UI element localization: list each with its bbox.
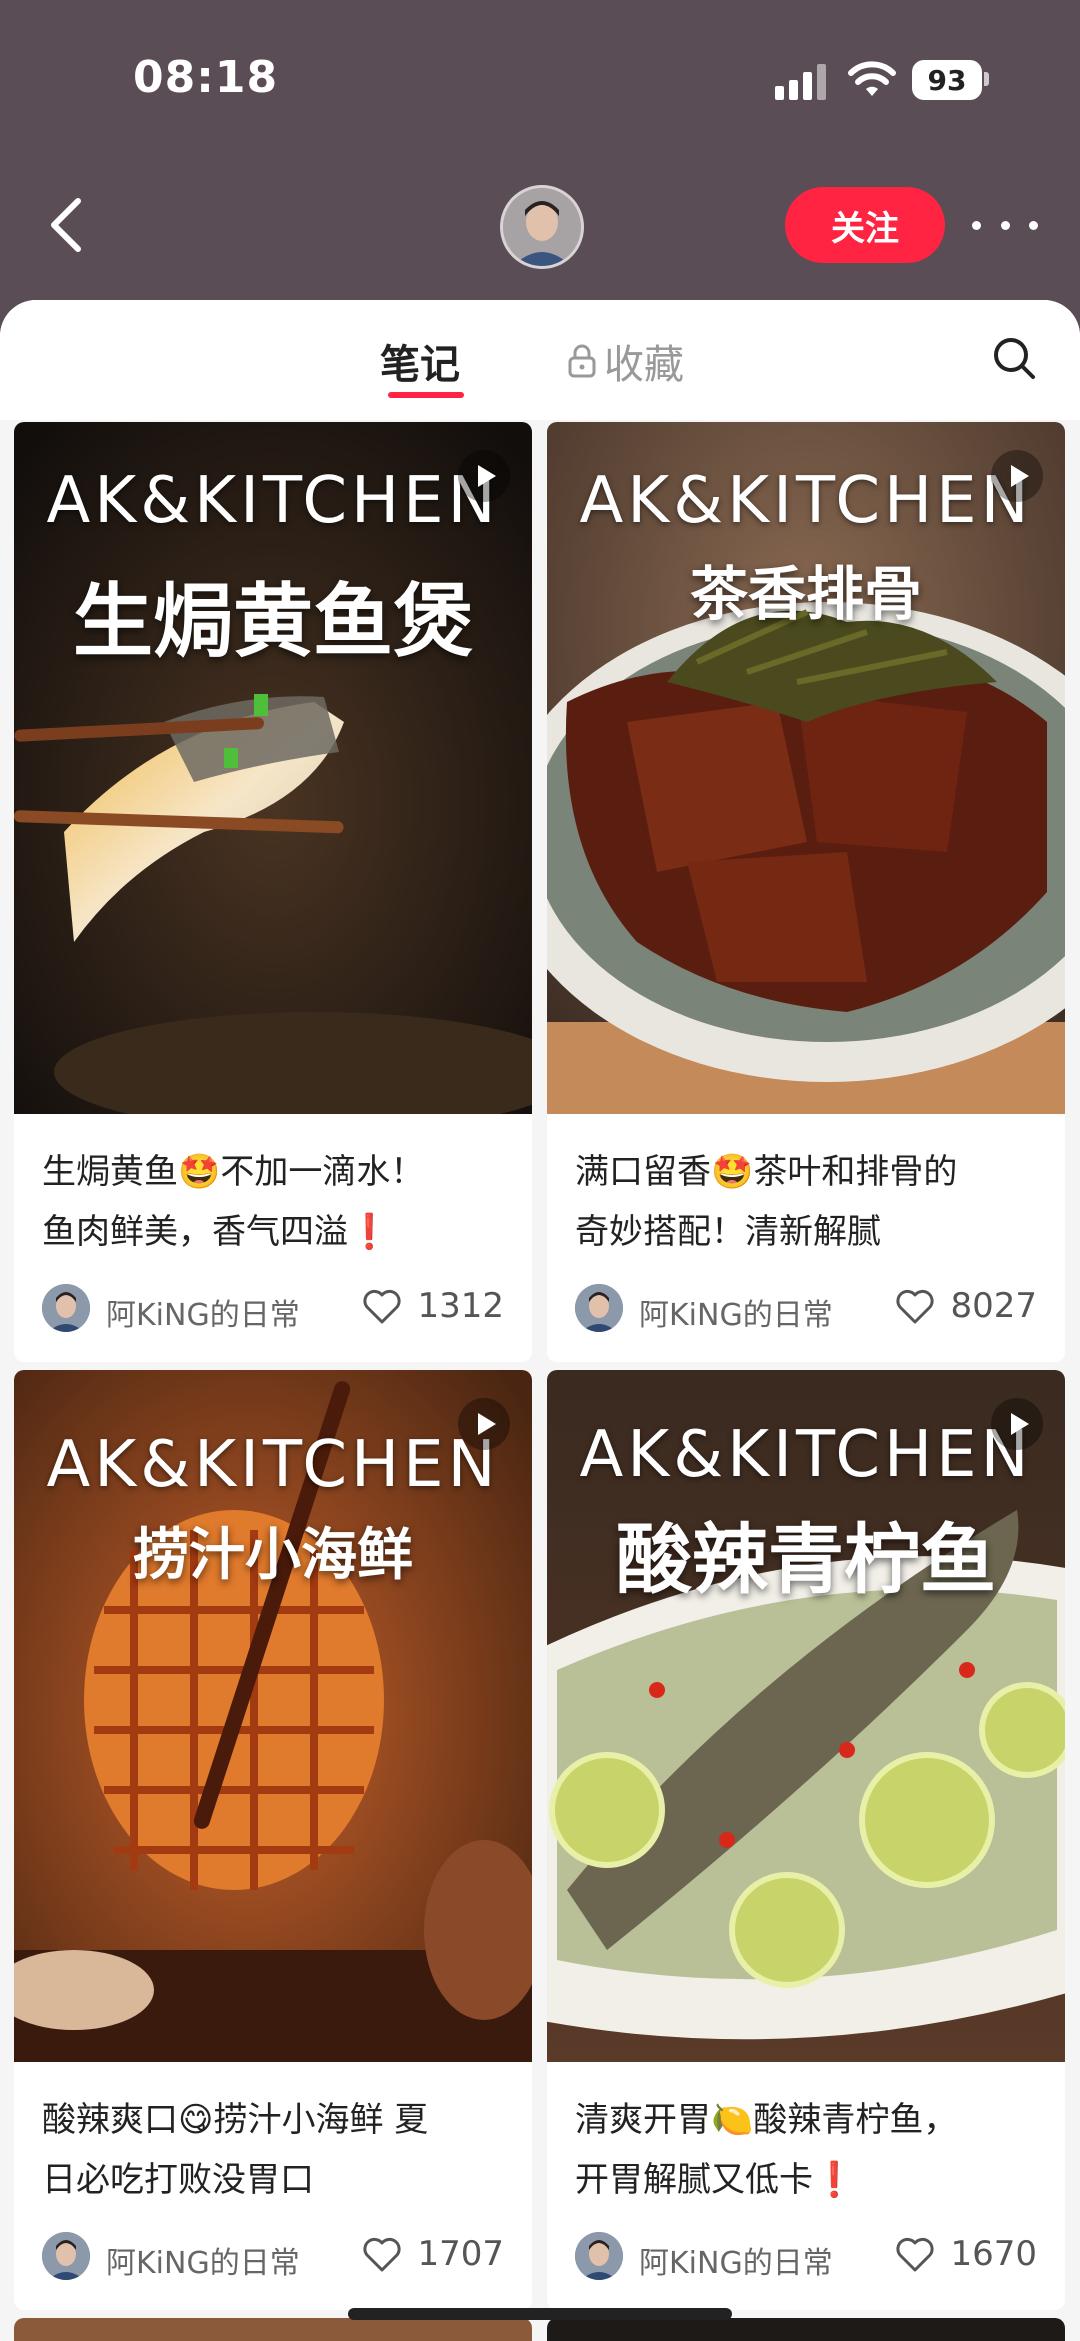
author-avatar[interactable]	[575, 2232, 623, 2280]
note-title: 酸辣爽口😋捞汁小海鲜 夏 日必吃打败没胃口	[14, 2062, 532, 2210]
status-time: 08:18	[133, 52, 279, 103]
author-avatar[interactable]	[42, 2232, 90, 2280]
note-title-line: 鱼肉鲜美，香气四溢❗	[42, 1212, 391, 1252]
note-title-line: 奇妙搭配！清新解腻	[575, 1212, 881, 1252]
note-cover: AK&KITCHEN 酸辣青柠鱼	[547, 1370, 1065, 2062]
cover-brand-text: AK&KITCHEN	[46, 1428, 500, 1502]
cover-brand-text: AK&KITCHEN	[579, 464, 1033, 538]
author-name[interactable]: 阿KiNG的日常	[639, 1290, 833, 1334]
note-title-line: 日必吃打败没胃口	[42, 2160, 314, 2200]
next-note-card-peek[interactable]	[547, 2318, 1065, 2341]
tab-favorites[interactable]: 收藏	[566, 332, 684, 390]
note-title-line: 满口留香🤩茶叶和排骨的	[575, 1152, 958, 1192]
author-avatar[interactable]	[575, 1284, 623, 1332]
author-avatar[interactable]	[42, 1284, 90, 1332]
follow-button[interactable]: 关注	[785, 187, 945, 263]
search-icon[interactable]	[990, 334, 1038, 382]
tab-bar: 笔记 收藏	[0, 300, 1080, 420]
author-name[interactable]: 阿KiNG的日常	[106, 1290, 300, 1334]
note-title-line: 酸辣爽口😋捞汁小海鲜 夏	[42, 2100, 429, 2140]
note-title: 清爽开胃🍋酸辣青柠鱼， 开胃解腻又低卡❗	[547, 2062, 1065, 2210]
wifi-icon	[848, 61, 896, 96]
note-title: 满口留香🤩茶叶和排骨的 奇妙搭配！清新解腻	[547, 1114, 1065, 1262]
cellular-signal-icon	[775, 62, 831, 100]
video-play-icon	[991, 450, 1043, 502]
note-title-line: 开胃解腻又低卡❗	[575, 2160, 856, 2200]
home-indicator[interactable]	[348, 2308, 732, 2320]
note-meta: 阿KiNG的日常 1670	[547, 2210, 1065, 2310]
note-card[interactable]: AK&KITCHEN 酸辣青柠鱼 清爽开胃🍋酸辣青柠鱼， 开胃解腻又低卡❗ 阿K…	[547, 1370, 1065, 2310]
next-note-card-peek[interactable]	[14, 2318, 532, 2341]
status-bar: 08:18 93	[0, 0, 1080, 160]
heart-icon[interactable]	[895, 2237, 935, 2273]
video-play-icon	[458, 450, 510, 502]
note-card[interactable]: AK&KITCHEN 生焗黄鱼煲 生焗黄鱼🤩不加一滴水！ 鱼肉鲜美，香气四溢❗ …	[14, 422, 532, 1362]
cover-dish-text: 生焗黄鱼煲	[73, 575, 473, 668]
author-name[interactable]: 阿KiNG的日常	[106, 2238, 300, 2282]
heart-icon[interactable]	[362, 1289, 402, 1325]
note-cover: AK&KITCHEN 茶香排骨	[547, 422, 1065, 1114]
cover-brand-text: AK&KITCHEN	[579, 1418, 1033, 1492]
note-cover: AK&KITCHEN 捞汁小海鲜	[14, 1370, 532, 2062]
video-play-icon	[458, 1398, 510, 1450]
like-count: 8027	[950, 1286, 1037, 1326]
battery-indicator: 93	[912, 60, 982, 100]
like-count: 1312	[417, 1286, 504, 1326]
note-cover: AK&KITCHEN 生焗黄鱼煲	[14, 422, 532, 1114]
note-meta: 阿KiNG的日常 8027	[547, 1262, 1065, 1362]
cover-brand-text: AK&KITCHEN	[46, 464, 500, 538]
note-title: 生焗黄鱼🤩不加一滴水！ 鱼肉鲜美，香气四溢❗	[14, 1114, 532, 1262]
battery-tip	[984, 72, 989, 86]
note-meta: 阿KiNG的日常 1707	[14, 2210, 532, 2310]
note-card[interactable]: AK&KITCHEN 茶香排骨 满口留香🤩茶叶和排骨的 奇妙搭配！清新解腻 阿K…	[547, 422, 1065, 1362]
heart-icon[interactable]	[895, 1289, 935, 1325]
cover-dish-text: 酸辣青柠鱼	[616, 1515, 996, 1604]
like-count: 1707	[417, 2234, 504, 2274]
note-meta: 阿KiNG的日常 1312	[14, 1262, 532, 1362]
note-card[interactable]: AK&KITCHEN 捞汁小海鲜 酸辣爽口😋捞汁小海鲜 夏 日必吃打败没胃口 阿…	[14, 1370, 532, 2310]
cover-dish-text: 茶香排骨	[689, 560, 922, 628]
back-icon[interactable]	[44, 195, 88, 255]
video-play-icon	[991, 1398, 1043, 1450]
cover-dish-text: 捞汁小海鲜	[133, 1523, 413, 1588]
heart-icon[interactable]	[362, 2237, 402, 2273]
tab-favorites-label: 收藏	[604, 342, 684, 388]
like-count: 1670	[950, 2234, 1037, 2274]
tab-notes[interactable]: 笔记	[380, 332, 460, 390]
author-name[interactable]: 阿KiNG的日常	[639, 2238, 833, 2282]
avatar[interactable]	[500, 185, 584, 269]
tab-active-indicator	[388, 392, 464, 398]
content-panel: 笔记 收藏 AK&KITCHEN 生焗黄鱼煲 生焗黄鱼🤩不加一滴水！ 鱼肉鲜美，…	[0, 300, 1080, 2341]
more-options-icon[interactable]	[972, 210, 1038, 240]
lock-icon	[568, 344, 596, 378]
note-title-line: 清爽开胃🍋酸辣青柠鱼，	[575, 2100, 958, 2140]
note-title-line: 生焗黄鱼🤩不加一滴水！	[42, 1152, 425, 1192]
